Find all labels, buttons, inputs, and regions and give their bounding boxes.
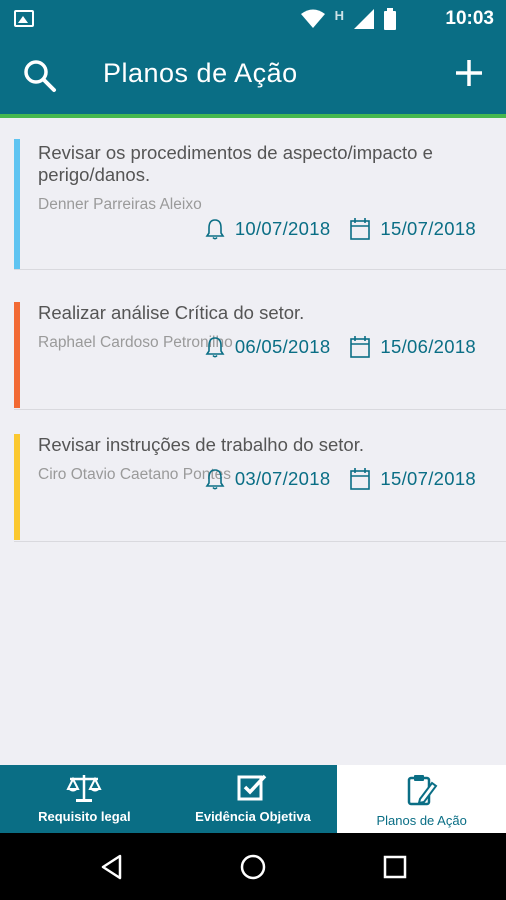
status-icons: H: [300, 6, 396, 32]
plan-owner: Denner Parreiras Aleixo: [38, 196, 202, 213]
alert-date: 10/07/2018: [234, 218, 331, 239]
wifi-icon: [300, 9, 325, 28]
due-date: 15/07/2018: [380, 468, 476, 489]
alert-date: 03/07/2018: [234, 468, 331, 489]
battery-icon: [384, 8, 396, 30]
status-time: 10:03: [445, 8, 494, 29]
bottom-nav: Requisito legal Evidência Objetiva Plano…: [0, 765, 506, 833]
priority-stripe: [14, 139, 20, 269]
calendar-icon: [350, 468, 371, 490]
app-bar: Planos de Ação: [0, 38, 506, 118]
signal-icon: [354, 9, 374, 29]
plan-title: Revisar os procedimentos de aspecto/impa…: [38, 142, 433, 185]
action-plan-card[interactable]: Revisar os procedimentos de aspecto/impa…: [14, 122, 506, 270]
search-icon[interactable]: [22, 58, 58, 94]
bell-icon: [205, 219, 225, 240]
priority-stripe: [14, 302, 20, 408]
app-bar-accent-line: [0, 114, 506, 118]
plan-dates: 03/07/2018 15/07/2018: [205, 468, 476, 490]
system-nav-bar: [0, 833, 506, 900]
scale-icon: [66, 775, 102, 802]
nav-label: Planos de Ação: [376, 813, 467, 828]
nav-label: Evidência Objetiva: [195, 809, 311, 824]
home-icon[interactable]: [239, 853, 267, 881]
nav-planos-de-acao[interactable]: Planos de Ação: [337, 765, 506, 833]
status-bar: H 10:03: [0, 0, 506, 38]
network-type-label: H: [334, 7, 344, 23]
page-title: Planos de Ação: [103, 58, 298, 88]
action-plan-card[interactable]: Revisar instruções de trabalho do setor.…: [14, 410, 506, 542]
recents-icon[interactable]: [381, 853, 409, 881]
plan-title: Revisar instruções de trabalho do setor.: [38, 434, 364, 455]
calendar-icon: [350, 336, 371, 358]
nav-requisito-legal[interactable]: Requisito legal: [0, 765, 169, 833]
alert-date: 06/05/2018: [234, 336, 331, 357]
clipboard-edit-icon: [407, 775, 438, 806]
action-plan-card[interactable]: Realizar análise Crítica do setor. Rapha…: [14, 278, 506, 410]
checkbox-icon: [237, 774, 267, 801]
action-plan-list: Revisar os procedimentos de aspecto/impa…: [0, 122, 506, 542]
plan-dates: 10/07/2018 15/07/2018: [205, 218, 476, 240]
add-icon[interactable]: [454, 58, 484, 88]
priority-stripe: [14, 434, 20, 540]
due-date: 15/06/2018: [380, 336, 476, 357]
plan-dates: 06/05/2018 15/06/2018: [205, 336, 476, 358]
nav-evidencia-objetiva[interactable]: Evidência Objetiva: [168, 765, 338, 833]
image-icon: [14, 10, 34, 27]
back-icon[interactable]: [98, 853, 126, 881]
bell-icon: [205, 337, 225, 358]
calendar-icon: [350, 218, 371, 240]
bell-icon: [205, 469, 225, 490]
nav-label: Requisito legal: [38, 809, 131, 824]
plan-title: Realizar análise Crítica do setor.: [38, 302, 305, 323]
due-date: 15/07/2018: [380, 218, 476, 239]
